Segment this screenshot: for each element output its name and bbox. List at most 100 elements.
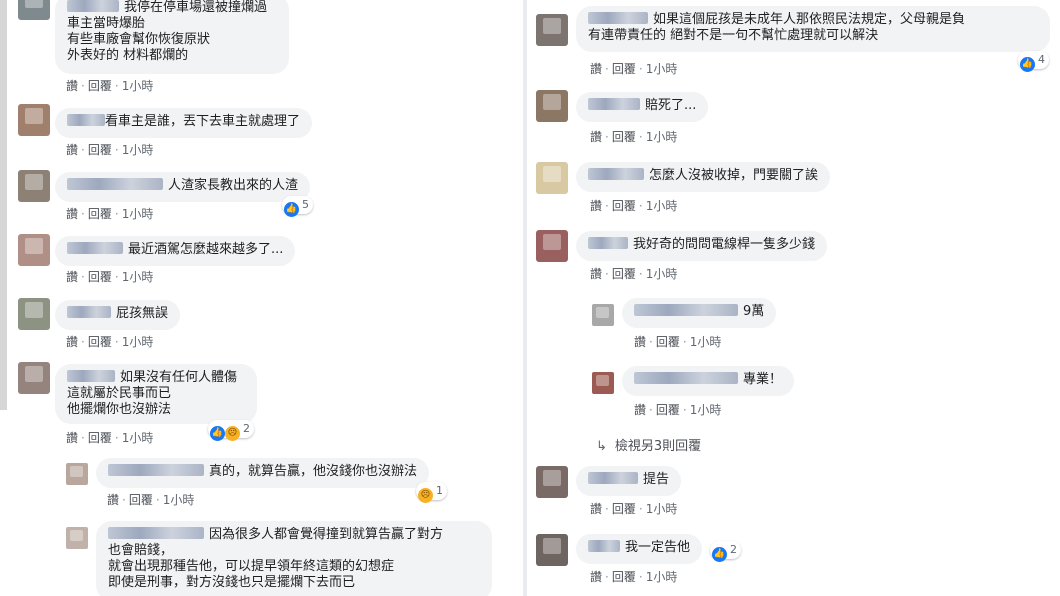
comment-bubble: 專業！ [622,366,795,396]
reaction-badge[interactable]: 👍 ☹ 2 [208,420,254,441]
reply-link[interactable]: 回覆 [656,403,680,417]
like-link[interactable]: 讚 [66,431,78,445]
reply-link[interactable]: 回覆 [612,267,636,281]
reply-link[interactable]: 回覆 [88,270,112,284]
like-link[interactable]: 讚 [66,335,78,349]
avatar[interactable] [18,104,50,136]
avatar[interactable] [18,298,50,330]
timestamp[interactable]: 1小時 [690,335,722,349]
like-link[interactable]: 讚 [66,270,78,284]
view-more-replies-link[interactable]: ↳ 檢視另3則回覆 [596,435,701,454]
reaction-badge[interactable]: 👍 5 [282,196,313,217]
avatar[interactable] [536,14,568,46]
timestamp[interactable]: 1小時 [122,143,154,157]
timestamp[interactable]: 1小時 [646,570,678,584]
author-name[interactable] [588,472,638,484]
timestamp[interactable]: 1小時 [646,267,678,281]
reply-link[interactable]: 回覆 [88,79,112,93]
author-name[interactable] [67,114,105,126]
like-link[interactable]: 讚 [590,267,602,281]
comment-bubble: 怎麼人沒被收掉，門要關了誒 [576,162,831,192]
timestamp[interactable]: 1小時 [646,502,678,516]
timestamp[interactable]: 1小時 [690,403,722,417]
like-link[interactable]: 讚 [107,493,119,507]
like-link[interactable]: 讚 [66,143,78,157]
reaction-badge[interactable]: ☹ 1 [416,482,447,503]
author-name[interactable] [634,304,738,316]
comment-text-line: 就會出現那種告他，可以提早領年終這類的幻想症 [108,559,395,574]
like-link[interactable]: 讚 [590,62,602,76]
reply-link[interactable]: 回覆 [88,335,112,349]
reply-link[interactable]: 回覆 [656,335,680,349]
avatar[interactable] [18,362,50,394]
like-link[interactable]: 讚 [66,207,78,221]
avatar[interactable] [18,170,50,202]
author-name[interactable] [67,178,163,190]
reply-link[interactable]: 回覆 [612,570,636,584]
avatar[interactable] [66,463,88,485]
reply-link[interactable]: 回覆 [612,130,636,144]
comment-actions: 讚 · 回覆 · 1小時 [66,270,154,284]
avatar[interactable] [536,90,568,122]
comment-bubble: 真的，就算告贏，他沒錢你也沒辦法 [96,458,430,488]
timestamp[interactable]: 1小時 [122,270,154,284]
avatar[interactable] [536,162,568,194]
timestamp[interactable]: 1小時 [122,335,154,349]
like-link[interactable]: 讚 [66,79,78,93]
author-name[interactable] [67,370,115,382]
avatar[interactable] [536,466,568,498]
avatar[interactable] [66,527,88,549]
reply-link[interactable]: 回覆 [88,143,112,157]
author-name[interactable] [588,12,648,24]
author-name[interactable] [108,527,204,539]
author-name[interactable] [588,540,620,552]
like-link[interactable]: 讚 [634,403,646,417]
reply-link[interactable]: 回覆 [612,502,636,516]
avatar[interactable] [18,0,50,20]
comment-bubble: 如果沒有任何人體傷 這就屬於民事而已 他擺爛你也沒辦法 [55,364,257,424]
reply-link[interactable]: 回覆 [612,199,636,213]
comment-text: 怎麼人沒被收掉，門要關了誒 [649,168,819,183]
comment-text: 最近酒駕怎麼越來越多了... [128,242,284,257]
reply-arrow-icon: ↳ [596,439,607,454]
avatar[interactable] [536,230,568,262]
author-name[interactable] [67,0,119,12]
avatar[interactable] [536,534,568,566]
avatar[interactable] [18,234,50,266]
comment-text: 屁孩無誤 [116,306,169,321]
avatar[interactable] [592,372,614,394]
timestamp[interactable]: 1小時 [646,199,678,213]
reply-link[interactable]: 回覆 [88,431,112,445]
author-name[interactable] [634,372,738,384]
reply-link[interactable]: 回覆 [129,493,153,507]
timestamp[interactable]: 1小時 [646,62,678,76]
author-name[interactable] [108,464,204,476]
author-name[interactable] [67,242,123,254]
like-link[interactable]: 讚 [590,130,602,144]
reaction-count: 1 [436,484,443,497]
timestamp[interactable]: 1小時 [646,130,678,144]
author-name[interactable] [588,237,628,249]
author-name[interactable] [588,98,640,110]
comment-bubble: 看車主是誰，丟下去車主就處理了 [55,108,313,138]
reply-link[interactable]: 回覆 [612,62,636,76]
comment-actions: 讚 · 回覆 · 1小時 [590,62,678,76]
reaction-badge[interactable]: 👍 4 [1018,51,1049,72]
timestamp[interactable]: 1小時 [122,79,154,93]
reply-link[interactable]: 回覆 [88,207,112,221]
comment-bubble: 我一定告他 [576,534,703,564]
author-name[interactable] [588,168,644,180]
comment-text: 我好奇的問問電線桿一隻多少錢 [633,237,816,252]
timestamp[interactable]: 1小時 [122,207,154,221]
reaction-badge[interactable]: 👍 2 [710,541,741,562]
comment-text: 我一定告他 [625,540,691,555]
avatar[interactable] [592,304,614,326]
like-link[interactable]: 讚 [590,570,602,584]
comment-actions: 讚 · 回覆 · 1小時 [66,431,154,445]
like-link[interactable]: 讚 [634,335,646,349]
like-link[interactable]: 讚 [590,502,602,516]
timestamp[interactable]: 1小時 [122,431,154,445]
author-name[interactable] [67,306,111,318]
like-link[interactable]: 讚 [590,199,602,213]
timestamp[interactable]: 1小時 [163,493,195,507]
